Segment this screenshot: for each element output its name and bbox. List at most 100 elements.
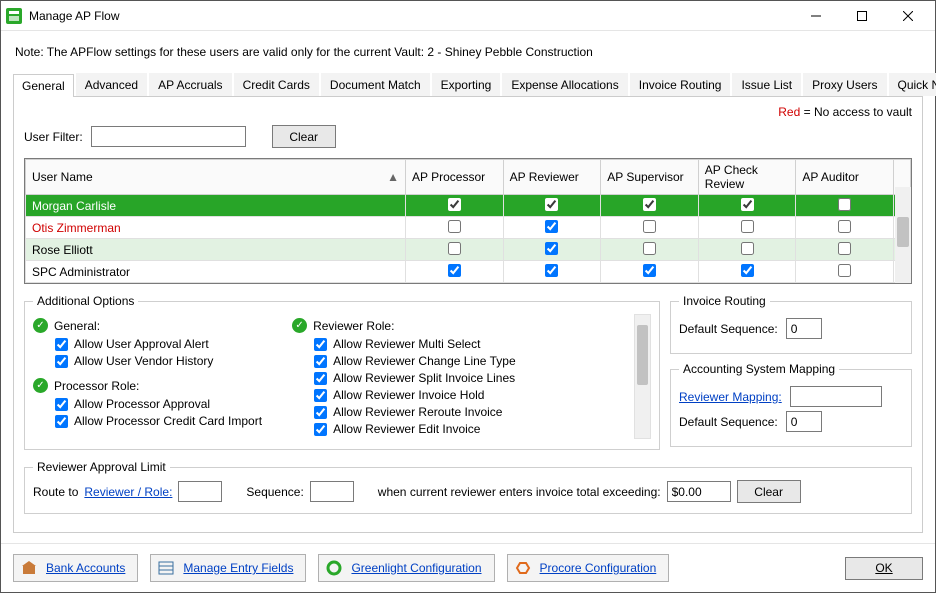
sort-asc-icon: ▲: [387, 170, 399, 184]
option-checkbox[interactable]: [314, 389, 327, 402]
option-checkbox-row[interactable]: Allow Reviewer Edit Invoice: [314, 422, 516, 436]
option-checkbox-row[interactable]: Allow Processor Approval: [55, 397, 262, 411]
user-name-cell: Otis Zimmerman: [26, 217, 406, 239]
maximize-button[interactable]: [839, 1, 885, 31]
option-checkbox[interactable]: [55, 398, 68, 411]
role-checkbox[interactable]: [545, 264, 558, 277]
role-checkbox[interactable]: [643, 220, 656, 233]
greenlight-config-button[interactable]: Greenlight Configuration: [318, 554, 494, 582]
manage-entry-fields-button[interactable]: Manage Entry Fields: [150, 554, 306, 582]
role-checkbox[interactable]: [545, 220, 558, 233]
user-filter-label: User Filter:: [24, 130, 83, 144]
role-checkbox[interactable]: [838, 220, 851, 233]
tab-expense-allocations[interactable]: Expense Allocations: [502, 73, 627, 96]
option-checkbox-row[interactable]: Allow Processor Credit Card Import: [55, 414, 262, 428]
ok-button[interactable]: OK: [845, 557, 923, 580]
minimize-button[interactable]: [793, 1, 839, 31]
option-checkbox-row[interactable]: Allow User Approval Alert: [55, 337, 262, 351]
tab-general[interactable]: General: [13, 74, 74, 97]
tab-exporting[interactable]: Exporting: [432, 73, 501, 96]
invoice-routing-seq-input[interactable]: [786, 318, 822, 339]
role-checkbox[interactable]: [448, 242, 461, 255]
role-checkbox[interactable]: [643, 242, 656, 255]
sequence-input[interactable]: [310, 481, 354, 502]
invoice-routing-seq-label: Default Sequence:: [679, 322, 778, 336]
option-checkbox[interactable]: [314, 338, 327, 351]
user-name-cell: SPC Administrator: [26, 261, 406, 283]
table-row[interactable]: SPC Administrator: [26, 261, 911, 283]
reviewer-role-input[interactable]: [178, 481, 222, 502]
column-header[interactable]: AP Supervisor: [601, 160, 699, 195]
table-row[interactable]: Otis Zimmerman: [26, 217, 911, 239]
tab-proxy-users[interactable]: Proxy Users: [803, 73, 886, 96]
option-checkbox[interactable]: [314, 355, 327, 368]
column-header[interactable]: AP Reviewer: [503, 160, 601, 195]
procore-config-button[interactable]: Procore Configuration: [507, 554, 670, 582]
tab-ap-accruals[interactable]: AP Accruals: [149, 73, 231, 96]
role-checkbox[interactable]: [643, 264, 656, 277]
option-checkbox[interactable]: [55, 355, 68, 368]
user-filter-input[interactable]: [91, 126, 246, 147]
option-checkbox[interactable]: [55, 415, 68, 428]
window-title: Manage AP Flow: [29, 9, 793, 23]
titlebar: Manage AP Flow: [1, 1, 935, 31]
option-checkbox[interactable]: [314, 406, 327, 419]
close-button[interactable]: [885, 1, 931, 31]
column-header[interactable]: AP Check Review: [698, 160, 796, 195]
reviewer-role-link[interactable]: Reviewer / Role:: [84, 485, 172, 499]
role-checkbox[interactable]: [838, 198, 851, 211]
table-row[interactable]: Morgan Carlisle: [26, 195, 911, 217]
tab-advanced[interactable]: Advanced: [76, 73, 147, 96]
general-group-title: General:: [54, 319, 100, 333]
role-checkbox[interactable]: [741, 198, 754, 211]
option-checkbox-row[interactable]: Allow Reviewer Change Line Type: [314, 354, 516, 368]
role-checkbox[interactable]: [741, 220, 754, 233]
accounting-mapping-legend: Accounting System Mapping: [679, 362, 839, 376]
column-header[interactable]: AP Auditor: [796, 160, 894, 195]
role-checkbox[interactable]: [448, 220, 461, 233]
role-checkbox[interactable]: [448, 198, 461, 211]
option-checkbox[interactable]: [314, 372, 327, 385]
option-label: Allow User Vendor History: [74, 354, 213, 368]
limit-clear-button[interactable]: Clear: [737, 480, 801, 503]
legend-red: Red: [778, 105, 800, 119]
user-filter-clear-button[interactable]: Clear: [272, 125, 336, 148]
column-header[interactable]: AP Processor: [406, 160, 504, 195]
role-checkbox[interactable]: [838, 264, 851, 277]
user-grid: User Name▲AP ProcessorAP ReviewerAP Supe…: [24, 158, 912, 284]
table-row[interactable]: Rose Elliott: [26, 239, 911, 261]
tab-document-match[interactable]: Document Match: [321, 73, 430, 96]
reviewer-mapping-link[interactable]: Reviewer Mapping:: [679, 390, 782, 404]
user-name-cell: Rose Elliott: [26, 239, 406, 261]
option-checkbox-row[interactable]: Allow Reviewer Reroute Invoice: [314, 405, 516, 419]
option-checkbox-row[interactable]: Allow Reviewer Invoice Hold: [314, 388, 516, 402]
option-checkbox[interactable]: [55, 338, 68, 351]
accounting-mapping-seq-input[interactable]: [786, 411, 822, 432]
option-checkbox-row[interactable]: Allow Reviewer Multi Select: [314, 337, 516, 351]
reviewer-approval-limit-group: Reviewer Approval Limit Route to Reviewe…: [24, 460, 912, 514]
option-label: Allow Reviewer Change Line Type: [333, 354, 516, 368]
grid-scrollbar[interactable]: [895, 187, 911, 283]
additional-scrollbar[interactable]: [634, 314, 651, 439]
tab-issue-list[interactable]: Issue List: [732, 73, 801, 96]
role-checkbox[interactable]: [741, 242, 754, 255]
option-label: Allow Reviewer Reroute Invoice: [333, 405, 502, 419]
column-header[interactable]: User Name▲: [26, 160, 406, 195]
exceeding-amount-input[interactable]: [667, 481, 731, 502]
role-checkbox[interactable]: [448, 264, 461, 277]
option-checkbox[interactable]: [314, 423, 327, 436]
bank-accounts-button[interactable]: Bank Accounts: [13, 554, 138, 582]
tab-credit-cards[interactable]: Credit Cards: [234, 73, 319, 96]
role-checkbox[interactable]: [545, 198, 558, 211]
role-checkbox[interactable]: [741, 264, 754, 277]
tab-quick-notes[interactable]: Quick Notes: [889, 73, 936, 96]
role-checkbox[interactable]: [545, 242, 558, 255]
option-checkbox-row[interactable]: Allow User Vendor History: [55, 354, 262, 368]
role-checkbox[interactable]: [643, 198, 656, 211]
option-checkbox-row[interactable]: Allow Reviewer Split Invoice Lines: [314, 371, 516, 385]
role-checkbox[interactable]: [838, 242, 851, 255]
tab-invoice-routing[interactable]: Invoice Routing: [630, 73, 731, 96]
bank-icon: [20, 559, 38, 577]
accounting-mapping-seq-label: Default Sequence:: [679, 415, 778, 429]
reviewer-mapping-input[interactable]: [790, 386, 882, 407]
